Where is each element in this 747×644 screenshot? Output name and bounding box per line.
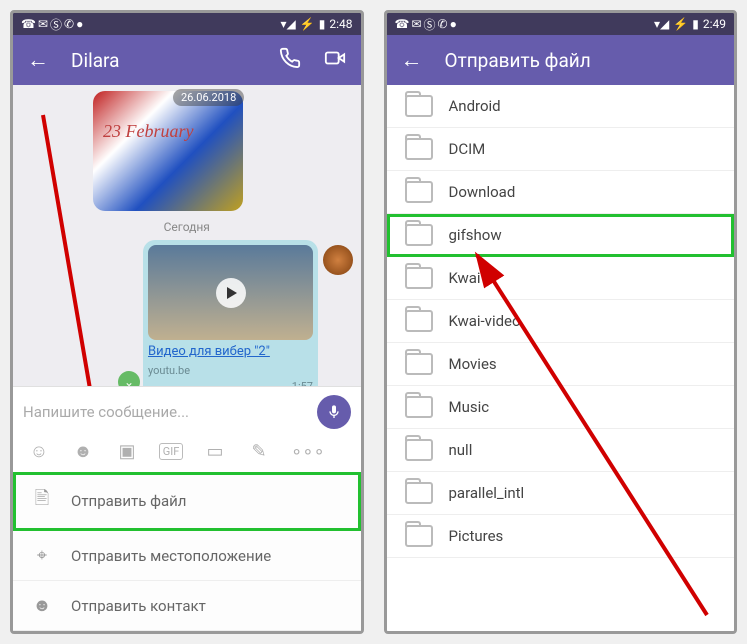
folder-icon <box>405 224 433 246</box>
camera-icon[interactable]: ▣ <box>115 441 139 462</box>
status-bar: ☎✉Ⓢ✆● ▾◢⚡▮ 2:49 <box>387 13 735 35</box>
status-time: 2:48 <box>329 17 352 31</box>
play-icon[interactable] <box>216 278 246 308</box>
folder-name: Download <box>449 183 516 201</box>
folder-name: DCIM <box>449 140 486 158</box>
doodle-icon[interactable]: ✎ <box>247 441 271 462</box>
folder-icon <box>405 181 433 203</box>
chat-title[interactable]: Dilara <box>71 49 257 72</box>
folder-name: Movies <box>449 355 497 373</box>
chat-header: ← Dilara <box>13 35 361 85</box>
folder-name: Kwai-video <box>449 312 521 330</box>
folder-icon <box>405 95 433 117</box>
folder-name: Music <box>449 398 490 416</box>
sticker-icon[interactable]: ☺ <box>27 441 51 462</box>
folder-name: Android <box>449 97 501 115</box>
video-source: youtu.be <box>148 364 190 377</box>
viber-chat-screen: ☎✉Ⓢ✆● ▾◢⚡▮ 2:48 ← Dilara 26.06.2018 Сего… <box>10 10 364 634</box>
send-file-option[interactable]: 🖹 Отправить файл <box>13 472 361 531</box>
file-icon: 🖹 <box>31 486 53 516</box>
status-bar: ☎✉Ⓢ✆● ▾◢⚡▮ 2:48 <box>13 13 361 35</box>
file-list[interactable]: Android DCIM Download gifshow Kwai Kwai-video… <box>387 85 735 631</box>
back-icon[interactable]: ← <box>401 47 423 73</box>
message-date: 26.06.2018 <box>173 89 244 106</box>
contact-icon: ☻ <box>31 595 53 616</box>
message-composer: Напишите сообщение... ☺ ☻ ▣ GIF ▭ ✎ ∘∘∘ … <box>13 386 361 631</box>
gallery-icon[interactable]: ▭ <box>203 441 227 462</box>
folder-icon <box>405 396 433 418</box>
today-divider: Сегодня <box>13 220 361 234</box>
folder-item[interactable]: Music <box>387 386 735 429</box>
attachment-shortcuts: ☺ ☻ ▣ GIF ▭ ✎ ∘∘∘ <box>13 437 361 472</box>
video-call-icon[interactable] <box>323 47 347 74</box>
status-time: 2:49 <box>703 17 726 31</box>
folder-name: parallel_intl <box>449 484 525 502</box>
folder-icon <box>405 439 433 461</box>
message-input[interactable]: Напишите сообщение... <box>23 403 317 421</box>
mic-button[interactable] <box>317 395 351 429</box>
status-icons-right: ▾◢⚡▮ 2:49 <box>654 17 726 31</box>
folder-item[interactable]: Pictures <box>387 515 735 558</box>
folder-item[interactable]: Kwai-video <box>387 300 735 343</box>
screen-title: Отправить файл <box>445 49 721 72</box>
folder-item[interactable]: parallel_intl <box>387 472 735 515</box>
folder-item[interactable]: Android <box>387 85 735 128</box>
folder-item[interactable]: Kwai <box>387 257 735 300</box>
folder-item[interactable]: gifshow <box>387 214 735 257</box>
send-file-label: Отправить файл <box>71 492 186 510</box>
video-link[interactable]: Видео для вибер "2" <box>148 344 313 359</box>
folder-icon <box>405 353 433 375</box>
message-time: 1:57 <box>148 380 313 386</box>
folder-item[interactable]: null <box>387 429 735 472</box>
more-icon[interactable]: ∘∘∘ <box>291 441 315 462</box>
folder-name: null <box>449 441 473 459</box>
file-browser-screen: ☎✉Ⓢ✆● ▾◢⚡▮ 2:49 ← Отправить файл Android… <box>384 10 738 634</box>
file-browser-header: ← Отправить файл <box>387 35 735 85</box>
folder-item[interactable]: Movies <box>387 343 735 386</box>
folder-name: gifshow <box>449 226 502 244</box>
status-icons-right: ▾◢⚡▮ 2:48 <box>281 17 353 31</box>
send-location-option[interactable]: ⌖ Отправить местоположение <box>13 531 361 581</box>
folder-icon <box>405 267 433 289</box>
gif-icon[interactable]: GIF <box>159 443 183 460</box>
message-image[interactable] <box>93 91 243 211</box>
attachment-panel: 🖹 Отправить файл ⌖ Отправить местоположе… <box>13 472 361 631</box>
sender-avatar[interactable] <box>323 245 353 275</box>
folder-icon <box>405 525 433 547</box>
folder-name: Kwai <box>449 269 481 287</box>
send-contact-label: Отправить контакт <box>71 597 206 615</box>
status-icons-left: ☎✉Ⓢ✆● <box>395 16 457 33</box>
status-icons-left: ☎✉Ⓢ✆● <box>21 16 83 33</box>
folder-icon <box>405 310 433 332</box>
scroll-to-bottom-icon[interactable]: ⌄ <box>118 371 140 386</box>
folder-icon <box>405 138 433 160</box>
video-message-bubble[interactable]: Видео для вибер "2" youtu.be 1:57 <box>143 240 318 386</box>
folder-item[interactable]: DCIM <box>387 128 735 171</box>
location-icon: ⌖ <box>31 545 53 566</box>
back-icon[interactable]: ← <box>27 47 49 73</box>
chat-body: 26.06.2018 Сегодня Видео для вибер "2" y… <box>13 85 361 386</box>
folder-item[interactable]: Download <box>387 171 735 214</box>
folder-icon <box>405 482 433 504</box>
send-contact-option[interactable]: ☻ Отправить контакт <box>13 581 361 631</box>
video-thumbnail[interactable] <box>148 245 313 340</box>
folder-name: Pictures <box>449 527 504 545</box>
send-location-label: Отправить местоположение <box>71 547 271 565</box>
emoji-icon[interactable]: ☻ <box>71 441 95 462</box>
call-icon[interactable] <box>279 47 301 74</box>
